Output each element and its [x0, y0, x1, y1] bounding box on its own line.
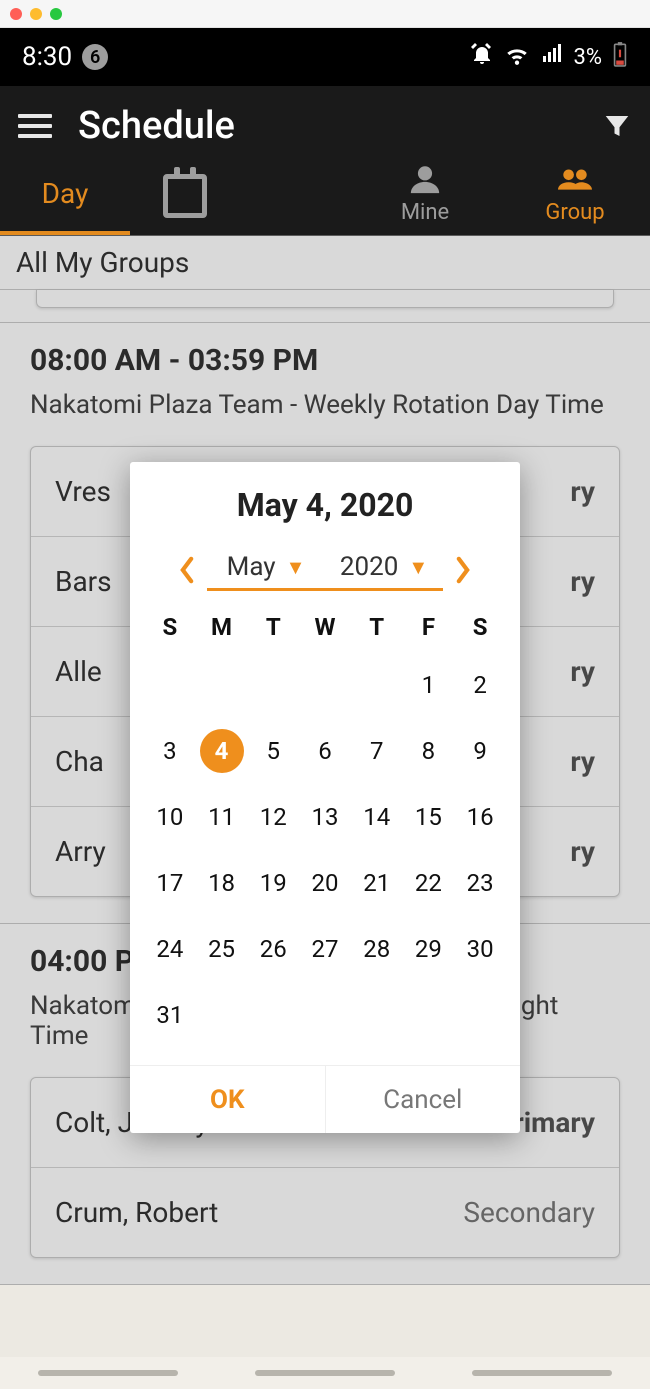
ok-button[interactable]: OK — [130, 1066, 326, 1133]
person-name: Crum, Robert — [55, 1196, 218, 1229]
team-label: Nakatomi Plaza Team - Weekly Rotation Da… — [30, 390, 620, 420]
time-range: 08:00 AM - 03:59 PM — [30, 343, 620, 378]
calendar-day[interactable]: 16 — [454, 787, 506, 847]
person-role: Secondary — [463, 1196, 595, 1229]
cancel-button[interactable]: Cancel — [326, 1066, 521, 1133]
calendar-day[interactable]: 7 — [351, 721, 403, 781]
macos-window-chrome — [0, 0, 650, 28]
status-time: 8:30 — [22, 42, 72, 72]
year-select[interactable]: 2020 ▼ — [325, 548, 443, 591]
previous-block-card — [36, 290, 614, 308]
next-month-button[interactable] — [451, 558, 475, 582]
date-picker-modal: May 4, 2020 May ▼ 2020 ▼ SMTWTFS12345678… — [130, 462, 520, 1133]
person-name: Cha — [55, 745, 104, 778]
calendar-day[interactable]: 19 — [247, 853, 299, 913]
calendar-day[interactable]: 11 — [196, 787, 248, 847]
notification-count: 6 — [82, 44, 108, 70]
person-role: ry — [570, 835, 595, 868]
calendar-day[interactable]: 15 — [403, 787, 455, 847]
tab-mine[interactable]: Mine — [350, 156, 500, 235]
page-title: Schedule — [78, 104, 576, 148]
wifi-icon — [504, 41, 530, 73]
caret-down-icon: ▼ — [286, 555, 306, 580]
weekday-header: S — [454, 605, 506, 649]
calendar-day[interactable]: 3 — [144, 721, 196, 781]
person-role: ry — [570, 565, 595, 598]
weekday-header: S — [144, 605, 196, 649]
view-tabs: Day Mine Group — [0, 156, 650, 236]
caret-down-icon: ▼ — [408, 555, 428, 580]
calendar-day[interactable]: 1 — [403, 655, 455, 715]
year-label: 2020 — [340, 552, 398, 582]
android-status-bar: 8:30 6 3% — [0, 28, 650, 86]
macos-zoom-icon[interactable] — [50, 8, 62, 20]
prev-month-button[interactable] — [175, 558, 199, 582]
person-icon — [408, 162, 442, 196]
calendar-day[interactable]: 6 — [299, 721, 351, 781]
calendar-day[interactable]: 27 — [299, 919, 351, 979]
macos-minimize-icon[interactable] — [30, 8, 42, 20]
calendar-day[interactable]: 10 — [144, 787, 196, 847]
nav-back[interactable] — [38, 1370, 178, 1376]
person-name: Bars — [55, 565, 112, 598]
calendar-day[interactable]: 31 — [144, 985, 196, 1045]
person-role: ry — [570, 655, 595, 688]
calendar-day[interactable]: 17 — [144, 853, 196, 913]
alarm-icon — [470, 42, 494, 72]
calendar-day[interactable]: 9 — [454, 721, 506, 781]
tab-day[interactable]: Day — [0, 156, 130, 235]
calendar-day[interactable]: 2 — [454, 655, 506, 715]
app-header: Schedule — [0, 86, 650, 156]
group-filter-label[interactable]: All My Groups — [0, 236, 650, 290]
calendar-day[interactable]: 20 — [299, 853, 351, 913]
calendar-day[interactable]: 24 — [144, 919, 196, 979]
person-name: Vres — [55, 475, 111, 508]
battery-percent: 3% — [574, 45, 602, 70]
android-nav-bar — [0, 1357, 650, 1389]
date-picker-title: May 4, 2020 — [130, 462, 520, 534]
weekday-header: F — [403, 605, 455, 649]
nav-home[interactable] — [255, 1370, 395, 1376]
weekday-header: M — [196, 605, 248, 649]
weekday-header: W — [299, 605, 351, 649]
weekday-header: T — [351, 605, 403, 649]
filter-icon[interactable] — [602, 111, 632, 141]
calendar-day[interactable]: 25 — [196, 919, 248, 979]
calendar-day[interactable]: 12 — [247, 787, 299, 847]
calendar-icon — [163, 174, 207, 218]
tab-calendar[interactable] — [130, 156, 240, 235]
calendar-day[interactable]: 23 — [454, 853, 506, 913]
macos-close-icon[interactable] — [10, 8, 22, 20]
battery-icon — [612, 41, 628, 73]
nav-recent[interactable] — [472, 1370, 612, 1376]
calendar-day[interactable]: 21 — [351, 853, 403, 913]
calendar-day[interactable]: 18 — [196, 853, 248, 913]
calendar-day[interactable]: 29 — [403, 919, 455, 979]
calendar-day[interactable]: 5 — [247, 721, 299, 781]
calendar-day[interactable]: 4 — [196, 721, 248, 781]
group-icon — [558, 162, 592, 196]
month-label: May — [227, 552, 276, 582]
person-name: Alle — [55, 655, 102, 688]
calendar-day[interactable]: 30 — [454, 919, 506, 979]
tab-group[interactable]: Group — [500, 156, 650, 235]
calendar-day[interactable]: 22 — [403, 853, 455, 913]
menu-icon[interactable] — [18, 108, 52, 144]
person-role: ry — [570, 475, 595, 508]
weekday-header: T — [247, 605, 299, 649]
person-role: ry — [570, 745, 595, 778]
calendar-day[interactable]: 8 — [403, 721, 455, 781]
tab-mine-label: Mine — [401, 200, 449, 225]
calendar-day[interactable]: 26 — [247, 919, 299, 979]
signal-icon — [540, 42, 564, 72]
calendar-grid: SMTWTFS123456789101112131415161718192021… — [130, 599, 520, 1055]
month-select[interactable]: May ▼ — [207, 548, 325, 591]
calendar-day[interactable]: 28 — [351, 919, 403, 979]
calendar-day[interactable]: 14 — [351, 787, 403, 847]
calendar-day[interactable]: 13 — [299, 787, 351, 847]
person-name: Arry — [55, 835, 106, 868]
tab-group-label: Group — [545, 200, 604, 225]
roster-row[interactable]: Crum, Robert Secondary — [31, 1168, 619, 1257]
